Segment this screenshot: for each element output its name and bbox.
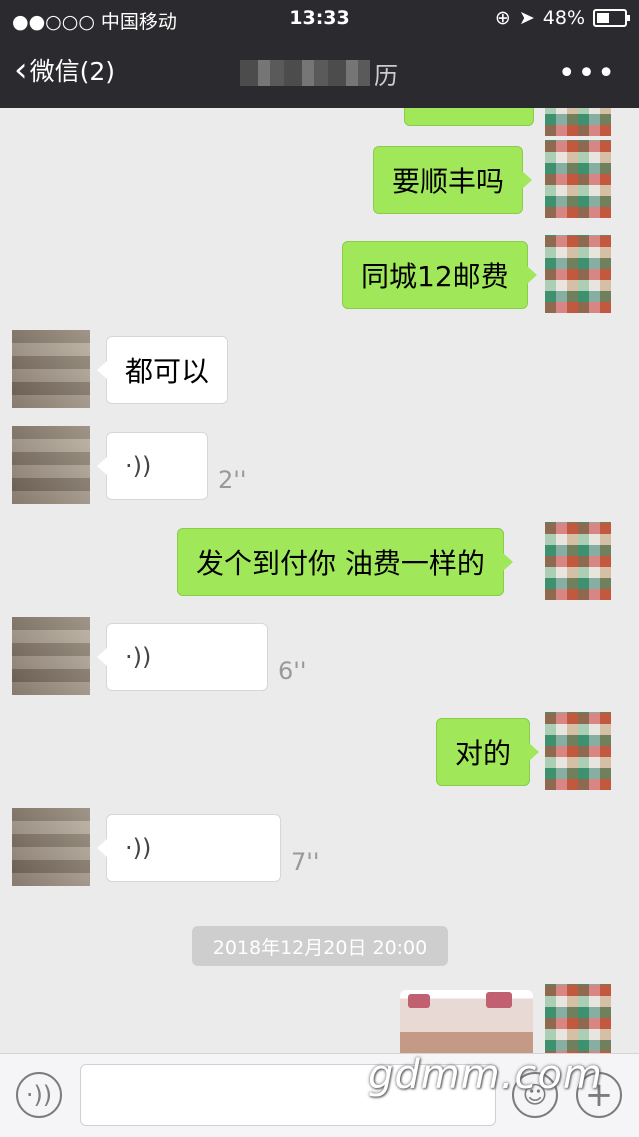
nav-bar: ‹ 微信(2) 历 •••	[0, 38, 639, 108]
voice-duration: 2''	[218, 466, 247, 494]
avatar-self[interactable]	[545, 712, 611, 790]
more-button[interactable]: •••	[558, 56, 617, 91]
avatar-contact[interactable]	[12, 330, 90, 408]
chat-title: 历	[240, 56, 400, 90]
back-button[interactable]: ‹ 微信(2)	[14, 52, 115, 88]
voice-message-bubble[interactable]: ·))	[97, 623, 268, 691]
battery-percent: 48%	[542, 7, 585, 29]
voice-wave-icon: ·))	[125, 643, 152, 671]
avatar-self[interactable]	[545, 522, 611, 600]
battery-icon	[593, 9, 630, 27]
voice-duration: 7''	[291, 848, 320, 876]
avatar-self[interactable]	[545, 140, 611, 218]
avatar-contact[interactable]	[12, 808, 90, 886]
voice-icon[interactable]: ·))	[16, 1072, 62, 1118]
message-bubble-outgoing[interactable]: 对的	[436, 718, 540, 786]
voice-wave-icon: ·))	[125, 452, 152, 480]
location-icon: ➤	[518, 7, 535, 29]
message-bubble-outgoing[interactable]: 发个到付你 油费一样的	[177, 528, 513, 596]
message-text: 要顺丰吗	[392, 165, 505, 198]
voice-wave-icon: ·))	[125, 834, 152, 862]
message-bubble-partial[interactable]	[404, 108, 534, 126]
chevron-left-icon: ‹	[14, 50, 28, 90]
pixelated-name	[240, 60, 370, 86]
voice-message-bubble[interactable]: ·))	[97, 814, 281, 882]
status-bar: ●●○○○ 中国移动 13:33 ⊕ ➤ 48%	[0, 0, 639, 38]
status-right: ⊕ ➤ 48%	[494, 7, 630, 29]
rotation-lock-icon: ⊕	[494, 7, 511, 29]
avatar-self[interactable]	[545, 108, 611, 136]
avatar-contact[interactable]	[12, 617, 90, 695]
message-timestamp: 2018年12月20日 20:00	[192, 926, 448, 966]
message-bubble-incoming[interactable]: 都可以	[96, 336, 229, 404]
voice-duration: 6''	[278, 657, 307, 685]
message-text: 发个到付你 油费一样的	[196, 547, 485, 580]
message-text: 都可以	[125, 355, 210, 388]
title-suffix: 历	[374, 61, 398, 90]
voice-message-bubble[interactable]: ·))	[97, 432, 208, 500]
message-text: 对的	[455, 737, 512, 770]
message-bubble-outgoing[interactable]: 同城12邮费	[342, 241, 537, 309]
watermark: gdmm.com	[368, 1052, 603, 1098]
chat-area[interactable]: 要顺丰吗 同城12邮费 都可以 ·)) 2'' 发个到付你 油费一样的 ·)) …	[0, 108, 639, 1053]
message-bubble-outgoing[interactable]: 要顺丰吗	[373, 146, 533, 214]
avatar-self[interactable]	[545, 235, 611, 313]
message-text: 同城12邮费	[361, 260, 509, 293]
avatar-contact[interactable]	[12, 426, 90, 504]
avatar-self[interactable]	[545, 984, 611, 1053]
back-label: 微信(2)	[29, 57, 116, 86]
image-message[interactable]	[400, 990, 533, 1053]
